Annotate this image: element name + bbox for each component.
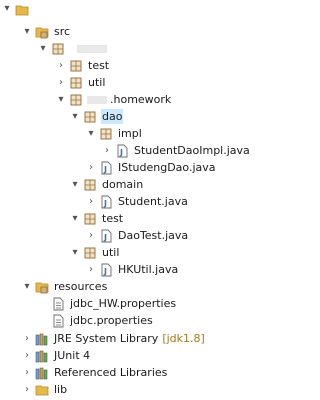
util-package-label: util [88,76,106,89]
package-icon [51,42,65,56]
source-folder-icon [35,280,49,294]
java-file-icon: J [99,161,113,175]
chevron-right-icon[interactable]: › [22,332,32,346]
svg-text:J: J [103,267,107,276]
folder-icon [35,383,49,397]
chevron-down-icon[interactable]: ▾ [38,42,48,56]
lib-folder-label: lib [54,383,68,396]
impl-package-label: impl [118,127,142,140]
test-package-label: test [88,59,110,72]
student-label: Student.java [118,195,188,208]
chevron-down-icon[interactable]: ▾ [56,93,66,107]
chevron-down-icon[interactable]: ▾ [2,2,12,16]
library-icon [35,332,49,346]
chevron-down-icon[interactable]: ▾ [70,178,80,192]
svg-text:J: J [103,233,107,242]
java-file-icon: J [99,263,113,277]
tree-row-test-package[interactable]: › test [0,57,260,74]
redacted-text [77,44,107,53]
junit-label: JUnit 4 [54,349,91,362]
chevron-down-icon[interactable]: ▾ [22,25,32,39]
hkutil-label: HKUtil.java [118,263,179,276]
chevron-down-icon[interactable]: ▾ [86,127,96,141]
jdbc-hw-label: jdbc_HW.properties [70,297,177,310]
tree-row-lib-folder[interactable]: › lib [0,381,260,398]
library-icon [35,349,49,363]
chevron-right-icon[interactable]: › [86,229,96,243]
chevron-down-icon[interactable]: ▾ [70,110,80,124]
chevron-right-icon[interactable]: › [102,144,112,158]
daotest-label: DaoTest.java [118,229,189,242]
chevron-right-icon[interactable]: › [56,59,66,73]
tree-row-junit[interactable]: › JUnit 4 [0,347,260,364]
package-icon [83,178,97,192]
svg-text:J: J [103,199,107,208]
package-icon [83,110,97,124]
chevron-right-icon[interactable]: › [86,263,96,277]
tree-row-istudengdao[interactable]: › J IStudengDao.java [0,159,260,176]
chevron-down-icon[interactable]: ▾ [70,212,80,226]
tree-row-homework-package[interactable]: ▾ .homework [0,91,260,108]
chevron-right-icon[interactable]: › [86,161,96,175]
tree-row-src[interactable]: ▾ src [0,23,260,40]
jre-version-suffix: [jdk1.8] [162,332,205,345]
tree-row-impl-package[interactable]: ▾ impl [0,125,260,142]
library-icon [35,366,49,380]
tree-row-jdbc[interactable]: jdbc.properties [0,312,260,329]
istudengdao-label: IStudengDao.java [118,161,216,174]
referenced-libraries-label: Referenced Libraries [54,366,168,379]
tree-row-daotest[interactable]: › J DaoTest.java [0,227,260,244]
tree-row-util-subpackage[interactable]: ▾ util [0,244,260,261]
tree-row-jre-library[interactable]: › JRE System Library [jdk1.8] [0,330,260,347]
redacted-text [87,95,107,104]
package-icon [69,93,83,107]
studentdaoimpl-label: StudentDaoImpl.java [134,144,250,157]
package-icon [99,127,113,141]
svg-text:J: J [119,148,123,157]
chevron-right-icon[interactable]: › [22,366,32,380]
tree-row-student[interactable]: › J Student.java [0,193,260,210]
resources-label: resources [54,280,108,293]
jdbc-label: jdbc.properties [70,314,153,327]
jre-library-label: JRE System Library [54,332,159,345]
chevron-down-icon[interactable]: ▾ [70,246,80,260]
domain-package-label: domain [102,178,144,191]
chevron-right-icon[interactable]: › [86,195,96,209]
properties-file-icon [51,297,65,311]
tree-row-dao-package[interactable]: ▾ dao [0,108,260,125]
tree-row-resources[interactable]: ▾ resources [0,278,260,295]
project-folder-icon [15,2,29,16]
package-explorer-tree: ▾ ▾ src ▾ › test › util ▾ .homework ▾ da… [0,0,260,400]
java-file-icon: J [99,229,113,243]
source-folder-icon [35,25,49,39]
package-icon [83,246,97,260]
tree-row-referenced-libraries[interactable]: › Referenced Libraries [0,364,260,381]
package-icon [69,76,83,90]
tree-row-jdbc-hw[interactable]: jdbc_HW.properties [0,295,260,312]
chevron-right-icon[interactable]: › [22,349,32,363]
package-icon [69,59,83,73]
tree-row-studentdaoimpl[interactable]: › J StudentDaoImpl.java [0,142,260,159]
svg-text:J: J [103,165,107,174]
test-subpackage-label: test [102,212,124,225]
tree-row-hkutil[interactable]: › J HKUtil.java [0,261,260,278]
tree-row-project[interactable]: ▾ [0,0,260,17]
properties-file-icon [51,314,65,328]
java-file-icon: J [99,195,113,209]
src-label: src [54,25,71,38]
homework-package-label: .homework [110,93,172,106]
tree-row-package-root[interactable]: ▾ [0,40,260,57]
java-file-icon: J [115,144,129,158]
chevron-right-icon[interactable]: › [22,383,32,397]
tree-row-util-package[interactable]: › util [0,74,260,91]
chevron-right-icon[interactable]: › [56,76,66,90]
tree-row-test-subpackage[interactable]: ▾ test [0,210,260,227]
util-subpackage-label: util [102,246,120,259]
dao-package-label: dao [101,109,124,124]
tree-row-domain-package[interactable]: ▾ domain [0,176,260,193]
package-icon [83,212,97,226]
chevron-down-icon[interactable]: ▾ [22,280,32,294]
